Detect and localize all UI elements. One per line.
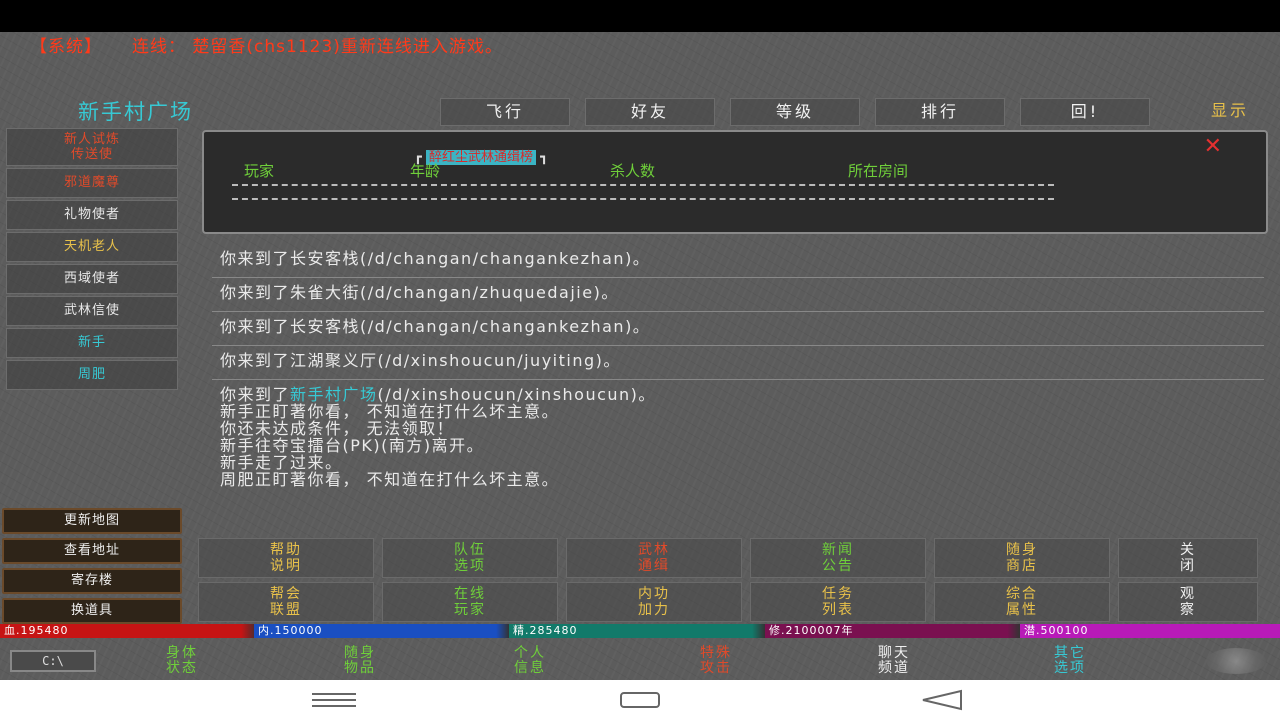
npc-item[interactable]: 武林信使 <box>6 296 178 326</box>
wanted-list-panel: ┏ 醉红尘武林通缉榜 ┓ ✕ 玩家 年龄 杀人数 所在房间 <box>202 130 1268 234</box>
column-player: 玩家 <box>244 162 275 180</box>
game-screen: 【系统】 连线： 楚留香(chs1123)重新连线进入游戏。 新手村广场 飞行 好… <box>0 32 1280 680</box>
bottom-nav-item[interactable]: 随身 物品 <box>300 646 420 676</box>
action-grid: 帮助 说明 队伍 选项 武林 通缉 新闻 公告 随身 商店 关闭 帮会 联盟 在线 玩家 内功… <box>198 538 1280 626</box>
gear-icon[interactable] <box>1206 648 1266 674</box>
message-line: 新手走了过来。 <box>220 453 343 472</box>
npc-item[interactable]: 新人试炼 传送使 <box>6 128 178 166</box>
divider <box>232 184 1054 186</box>
command-button[interactable]: C:\ <box>10 650 96 672</box>
action-button[interactable]: 帮助 说明 <box>198 538 374 578</box>
home-icon[interactable] <box>610 688 670 712</box>
action-button[interactable]: 随身 商店 <box>934 538 1110 578</box>
panel-title-text: 醉红尘武林通缉榜 <box>425 150 536 165</box>
npc-item[interactable]: 天机老人 <box>6 232 178 262</box>
message-row: 你来到了长安客栈(/d/changan/changankezhan)。 <box>212 244 1264 278</box>
update-map-button[interactable]: 更新地图 <box>2 508 182 534</box>
action-button[interactable]: 在线 玩家 <box>382 582 558 622</box>
xiu-bar: 修.2100007年 <box>765 624 1020 638</box>
hp-bar: 血.195480 <box>0 624 254 638</box>
bottom-nav-item[interactable]: 身体 状态 <box>122 646 242 676</box>
location-title: 新手村广场 <box>78 100 193 124</box>
level-button[interactable]: 等级 <box>730 98 860 126</box>
action-button[interactable]: 武林 通缉 <box>566 538 742 578</box>
message-log: 你来到了长安客栈(/d/changan/changankezhan)。 你来到了… <box>212 244 1264 488</box>
bottom-nav-item[interactable]: 特殊 攻击 <box>656 646 776 676</box>
bottom-nav: C:\ 身体 状态 随身 物品 个人 信息 特殊 攻击 聊天 频道 其它 选项 <box>0 642 1280 680</box>
column-age: 年龄 <box>410 162 441 180</box>
side-buttons: 更新地图 查看地址 寄存楼 换道具 <box>2 508 182 628</box>
jing-bar: 精.285480 <box>509 624 765 638</box>
npc-list: 新人试炼 传送使 邪道魔尊 礼物使者 天机老人 西域使者 武林信使 新手 周肥 <box>6 128 178 392</box>
status-bar <box>0 0 1280 32</box>
back-icon[interactable] <box>912 688 972 712</box>
system-nav-bar <box>0 680 1280 720</box>
system-message: 【系统】 连线： 楚留香(chs1123)重新连线进入游戏。 <box>30 32 503 57</box>
action-button[interactable]: 新闻 公告 <box>750 538 926 578</box>
message-line: 你还未达成条件， 无法领取！ <box>220 419 455 438</box>
message-line: 周肥正盯著你看， 不知道在打什么坏主意。 <box>220 470 560 489</box>
system-message-text: 连线： 楚留香(chs1123)重新连线进入游戏。 <box>132 37 503 57</box>
stat-bar: 血.195480 内.150000 精.285480 修.2100007年 潜.… <box>0 624 1280 638</box>
rank-button[interactable]: 排行 <box>875 98 1005 126</box>
message-row: 你来到了长安客栈(/d/changan/changankezhan)。 <box>212 312 1264 346</box>
message-line: 新手正盯著你看， 不知道在打什么坏主意。 <box>220 402 560 421</box>
action-button[interactable]: 内功 加力 <box>566 582 742 622</box>
action-button[interactable]: 帮会 联盟 <box>198 582 374 622</box>
fly-button[interactable]: 飞行 <box>440 98 570 126</box>
npc-item[interactable]: 邪道魔尊 <box>6 168 178 198</box>
action-button[interactable]: 综合 属性 <box>934 582 1110 622</box>
bottom-nav-item[interactable]: 个人 信息 <box>470 646 590 676</box>
message-row: 你来到了江湖聚义厅(/d/xinshoucun/juyiting)。 <box>212 346 1264 380</box>
system-tag: 【系统】 <box>30 37 102 57</box>
view-address-button[interactable]: 查看地址 <box>2 538 182 564</box>
top-nav: 飞行 好友 等级 排行 回! 显示 <box>440 98 1280 126</box>
column-kills: 杀人数 <box>610 162 656 180</box>
storage-button[interactable]: 寄存楼 <box>2 568 182 594</box>
return-button[interactable]: 回! <box>1020 98 1150 126</box>
menu-icon[interactable] <box>304 688 364 712</box>
display-button[interactable]: 显示 <box>1165 98 1280 126</box>
friends-button[interactable]: 好友 <box>585 98 715 126</box>
npc-item[interactable]: 周肥 <box>6 360 178 390</box>
action-button[interactable]: 关闭 <box>1118 538 1258 578</box>
action-button[interactable]: 队伍 选项 <box>382 538 558 578</box>
message-line: 新手往夺宝擂台(PK)(南方)离开。 <box>220 436 485 455</box>
bracket-right: ┓ <box>540 150 548 165</box>
bottom-nav-item[interactable]: 聊天 频道 <box>834 646 954 676</box>
divider <box>232 198 1054 200</box>
npc-item[interactable]: 西域使者 <box>6 264 178 294</box>
bottom-nav-item[interactable]: 其它 选项 <box>1010 646 1130 676</box>
message-line: 你来到了新手村广场(/d/xinshoucun/xinshoucun)。 <box>220 386 1264 403</box>
message-row: 你来到了朱雀大街(/d/changan/zhuquedajie)。 <box>212 278 1264 312</box>
qian-bar: 潜.500100 <box>1020 624 1280 638</box>
action-row-2: 帮会 联盟 在线 玩家 内功 加力 任务 列表 综合 属性 观察 <box>198 582 1280 624</box>
close-icon[interactable]: ✕ <box>1204 134 1222 159</box>
action-button[interactable]: 观察 <box>1118 582 1258 622</box>
message-block: 你来到了新手村广场(/d/xinshoucun/xinshoucun)。 新手正… <box>212 380 1264 488</box>
action-button[interactable]: 任务 列表 <box>750 582 926 622</box>
mp-bar: 内.150000 <box>254 624 509 638</box>
npc-item[interactable]: 礼物使者 <box>6 200 178 230</box>
exchange-item-button[interactable]: 换道具 <box>2 598 182 624</box>
column-room: 所在房间 <box>848 162 909 180</box>
npc-item[interactable]: 新手 <box>6 328 178 358</box>
action-row-1: 帮助 说明 队伍 选项 武林 通缉 新闻 公告 随身 商店 关闭 <box>198 538 1280 580</box>
